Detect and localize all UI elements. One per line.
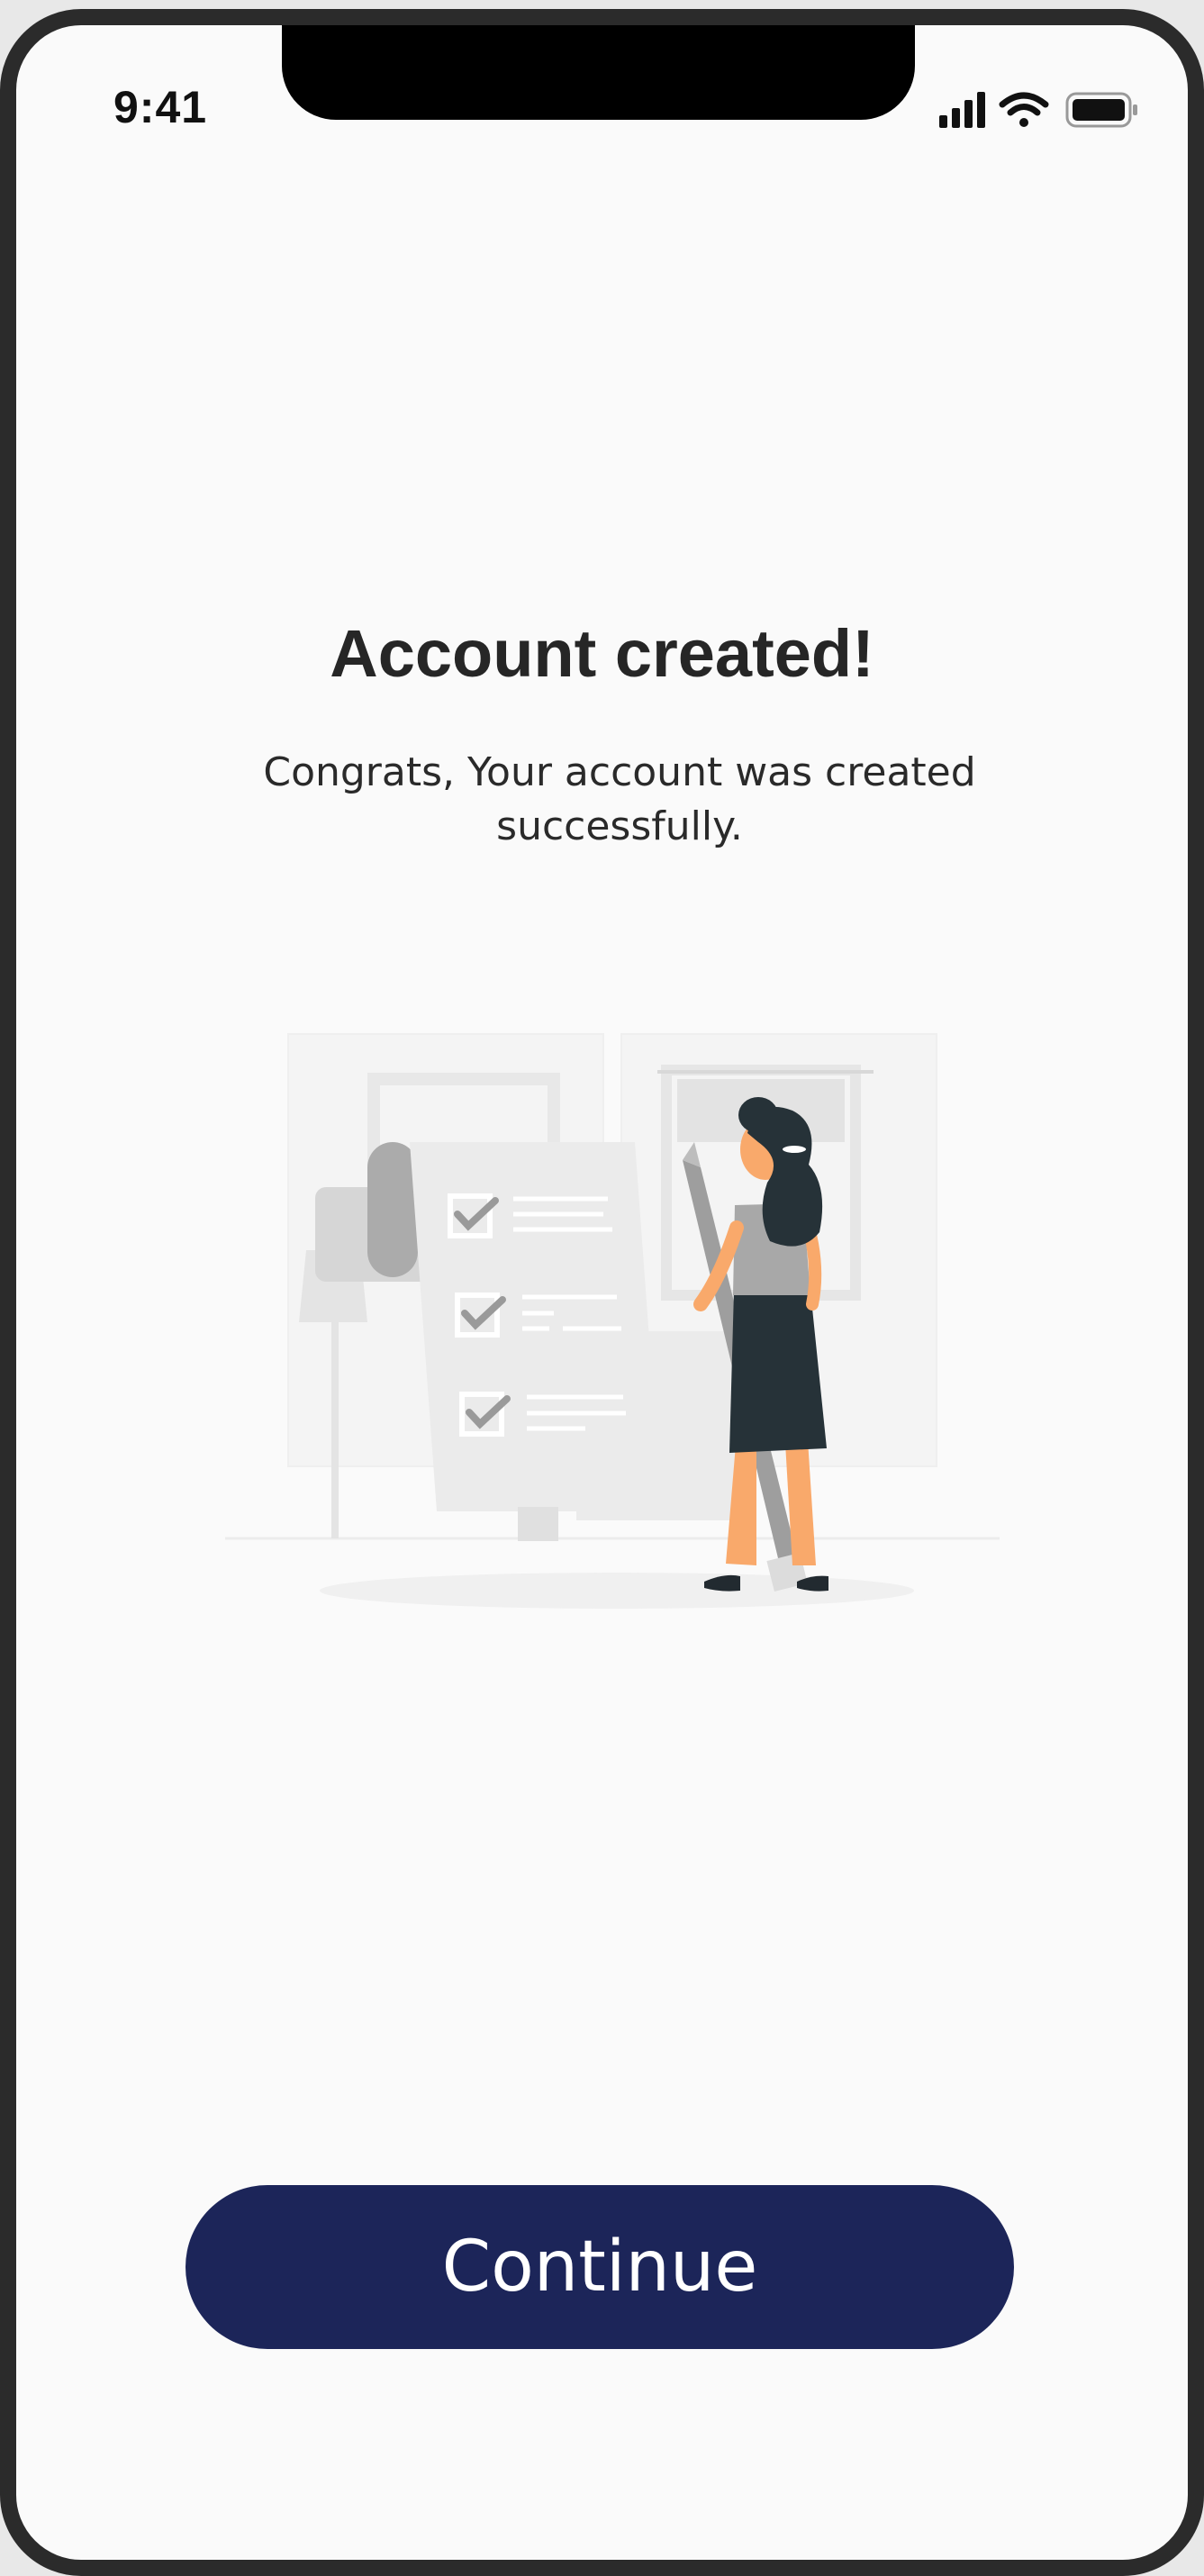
page-title: Account created! [330,616,874,691]
continue-button[interactable]: Continue [186,2185,1014,2349]
page-subtitle: Congrats, Your account was created succe… [263,749,976,849]
notch [282,25,915,120]
status-time: 9:41 [113,82,208,132]
cellular-signal-icon [939,92,985,128]
checklist-illustration [225,1033,1000,1609]
status-icons [939,92,1137,128]
wifi-icon [999,92,1049,127]
phone-frame: 9:41 Account created! Congrats, Your acc… [0,9,1204,2576]
battery-icon [1065,92,1137,128]
